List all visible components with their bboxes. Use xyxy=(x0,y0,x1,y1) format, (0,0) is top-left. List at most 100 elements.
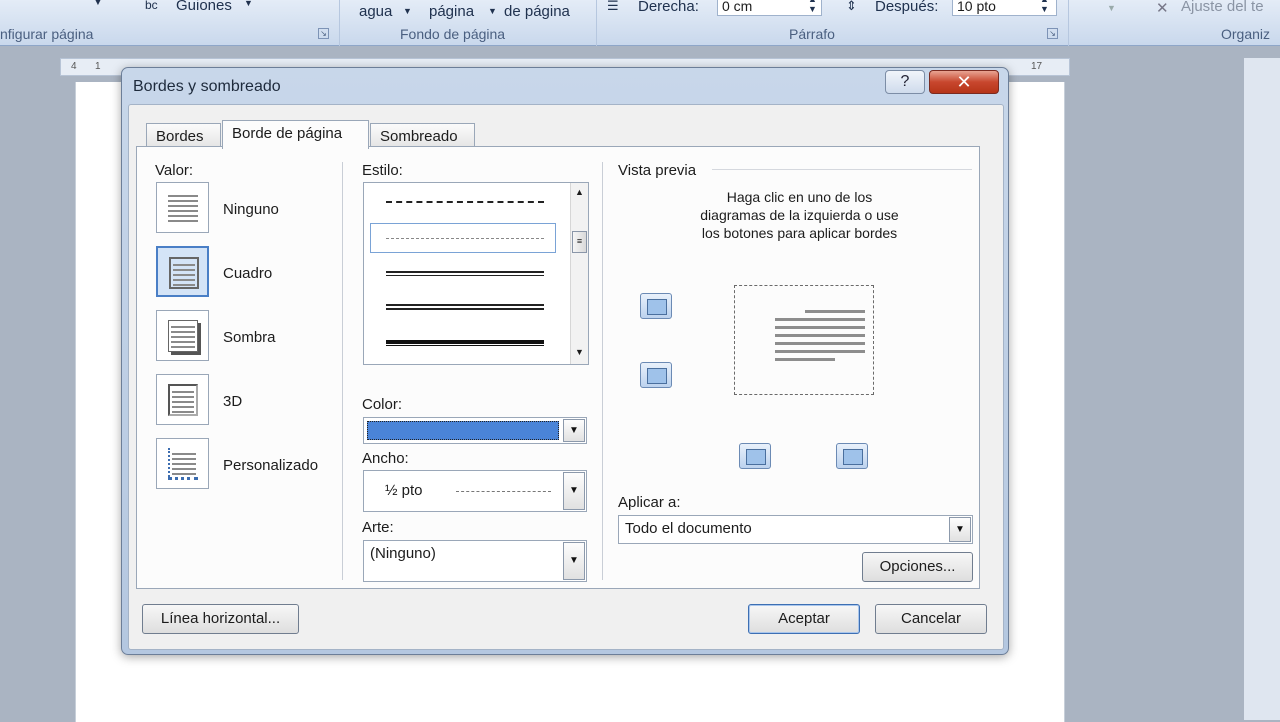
setting-ninguno-button[interactable] xyxy=(156,182,209,233)
dropdown-arrow-icon[interactable]: ▼ xyxy=(1107,3,1116,13)
scroll-down-icon[interactable]: ▼ xyxy=(575,347,584,357)
setting-3d-label: 3D xyxy=(223,393,243,410)
right-border-button[interactable] xyxy=(836,443,868,469)
instruction-line: diagramas de la izquierda o use xyxy=(700,207,899,223)
ribbon-group-arrange: ▼ ✕ Ajuste del te Organiz xyxy=(1069,0,1280,46)
ribbon-group-label: nfigurar página xyxy=(0,26,94,42)
width-value: ½ pto xyxy=(385,482,423,499)
ribbon-group-paragraph: ☰ Derecha: 0 cm ▲▼ ⇕ Después: 10 pto ▲▼ … xyxy=(597,0,1069,46)
page-color-button[interactable]: página xyxy=(429,3,474,20)
setting-ninguno-label: Ninguno xyxy=(223,201,279,218)
valor-label: Valor: xyxy=(155,162,194,179)
style-option-thick-thin[interactable] xyxy=(386,340,544,346)
custom-border-icon xyxy=(168,448,198,480)
color-swatch xyxy=(367,421,559,440)
vista-previa-rule xyxy=(712,169,972,170)
text-wrap-button[interactable]: Ajuste del te xyxy=(1181,0,1264,15)
separator xyxy=(342,162,343,580)
setting-3d-button[interactable] xyxy=(156,374,209,425)
dropdown-arrow-icon[interactable]: ▼ xyxy=(93,0,103,8)
bottom-border-button[interactable] xyxy=(640,362,672,388)
cancelar-button[interactable]: Cancelar xyxy=(875,604,987,634)
apply-to-combo[interactable]: Todo el documento ▼ xyxy=(618,515,973,544)
indent-right-input[interactable]: 0 cm xyxy=(717,0,822,16)
ribbon-group-label: Párrafo xyxy=(789,26,835,42)
instruction-line: los botones para aplicar bordes xyxy=(701,225,898,241)
spinner-icon[interactable]: ▲▼ xyxy=(1040,0,1049,14)
vista-previa-label: Vista previa xyxy=(618,162,697,179)
borders-and-shading-dialog: Bordes y sombreado ? ✕ Bordes Borde de p… xyxy=(121,67,1009,655)
apply-to-value: Todo el documento xyxy=(625,520,752,537)
preview-instructions: Haga clic en uno de los diagramas de la … xyxy=(637,188,962,242)
style-option-dash-dot[interactable] xyxy=(386,201,544,203)
dialog-launcher-icon[interactable]: ↘ xyxy=(318,28,329,39)
dropdown-arrow-icon[interactable]: ▼ xyxy=(488,6,497,16)
art-value: (Ninguno) xyxy=(370,545,436,562)
help-button[interactable]: ? xyxy=(885,70,925,94)
shadow-border-icon xyxy=(168,320,198,352)
dropdown-arrow-icon[interactable]: ▼ xyxy=(403,6,412,16)
guiones-button[interactable]: Guiones xyxy=(176,0,232,14)
style-option-thick-double[interactable] xyxy=(386,304,544,310)
color-label: Color: xyxy=(362,396,403,413)
page-borders-button[interactable]: de página xyxy=(504,3,570,20)
scroll-thumb[interactable]: ≡ xyxy=(572,231,587,253)
width-line-sample xyxy=(456,491,551,492)
indent-right-icon: ☰ xyxy=(607,0,619,13)
dropdown-arrow-icon[interactable]: ▼ xyxy=(563,472,585,510)
art-combo[interactable]: (Ninguno) ▼ xyxy=(363,540,587,582)
hyphenation-icon: b̄c xyxy=(145,0,158,12)
style-list-scrollbar[interactable]: ▲ ≡ ▼ xyxy=(570,183,588,364)
ribbon-group-label: Organiz xyxy=(1221,26,1271,42)
style-option-double[interactable] xyxy=(386,271,544,276)
indent-right-label: Derecha: xyxy=(638,0,699,15)
color-combo[interactable]: ▼ xyxy=(363,417,587,444)
close-button[interactable]: ✕ xyxy=(929,70,999,94)
linea-horizontal-button[interactable]: Línea horizontal... xyxy=(142,604,299,634)
setting-cuadro-label: Cuadro xyxy=(223,265,273,282)
tab-panel-borde-de-pagina: Valor: Ninguno Cuadro Sombra 3D Personal… xyxy=(136,146,980,589)
page-lines-icon xyxy=(168,192,198,224)
3d-border-icon xyxy=(168,384,198,416)
dropdown-arrow-icon[interactable]: ▼ xyxy=(563,542,585,580)
top-border-button[interactable] xyxy=(640,293,672,319)
setting-sombra-button[interactable] xyxy=(156,310,209,361)
ancho-label: Ancho: xyxy=(362,450,409,467)
text-wrap-icon: ✕ xyxy=(1156,0,1169,17)
scroll-up-icon[interactable]: ▲ xyxy=(575,187,584,197)
style-option-dash-dot-thin[interactable] xyxy=(386,238,544,239)
dropdown-arrow-icon[interactable]: ▼ xyxy=(563,419,585,442)
aplicar-label: Aplicar a: xyxy=(618,494,681,511)
style-listbox[interactable]: ▲ ≡ ▼ xyxy=(363,182,589,365)
arte-label: Arte: xyxy=(362,519,394,536)
setting-cuadro-button[interactable] xyxy=(156,246,209,297)
setting-personalizado-label: Personalizado xyxy=(223,457,319,474)
ribbon-group-page-setup: ▼ b̄c Guiones ▼ nfigurar página ↘ xyxy=(0,0,340,46)
watermark-button[interactable]: agua xyxy=(359,3,392,20)
width-combo[interactable]: ½ pto ▼ xyxy=(363,470,587,512)
ribbon-group-page-background: agua ▼ página ▼ de página Fondo de págin… xyxy=(340,0,597,46)
dialog-title: Bordes y sombreado xyxy=(133,78,281,95)
preview-diagram[interactable] xyxy=(722,277,887,402)
ribbon-group-label: Fondo de página xyxy=(400,26,506,42)
setting-sombra-label: Sombra xyxy=(223,329,276,346)
instruction-line: Haga clic en uno de los xyxy=(726,189,873,205)
vertical-scrollbar[interactable] xyxy=(1244,58,1280,720)
aceptar-button[interactable]: Aceptar xyxy=(748,604,860,634)
ruler-number: 4 xyxy=(71,61,77,72)
preview-text-lines xyxy=(775,310,865,361)
ruler-number: 17 xyxy=(1031,61,1043,72)
left-border-button[interactable] xyxy=(739,443,771,469)
spinner-icon[interactable]: ▲▼ xyxy=(808,0,817,14)
dialog-launcher-icon[interactable]: ↘ xyxy=(1047,28,1058,39)
spacing-after-icon: ⇕ xyxy=(846,0,857,13)
ribbon: ▼ b̄c Guiones ▼ nfigurar página ↘ agua ▼… xyxy=(0,0,1280,46)
tab-borde-de-pagina[interactable]: Borde de página xyxy=(222,120,369,149)
opciones-button[interactable]: Opciones... xyxy=(862,552,973,582)
separator xyxy=(602,162,603,580)
ruler-number: 1 xyxy=(95,61,101,72)
setting-personalizado-button[interactable] xyxy=(156,438,209,489)
dropdown-arrow-icon[interactable]: ▼ xyxy=(949,517,971,542)
box-border-icon xyxy=(169,257,199,289)
dropdown-arrow-icon[interactable]: ▼ xyxy=(244,0,253,8)
